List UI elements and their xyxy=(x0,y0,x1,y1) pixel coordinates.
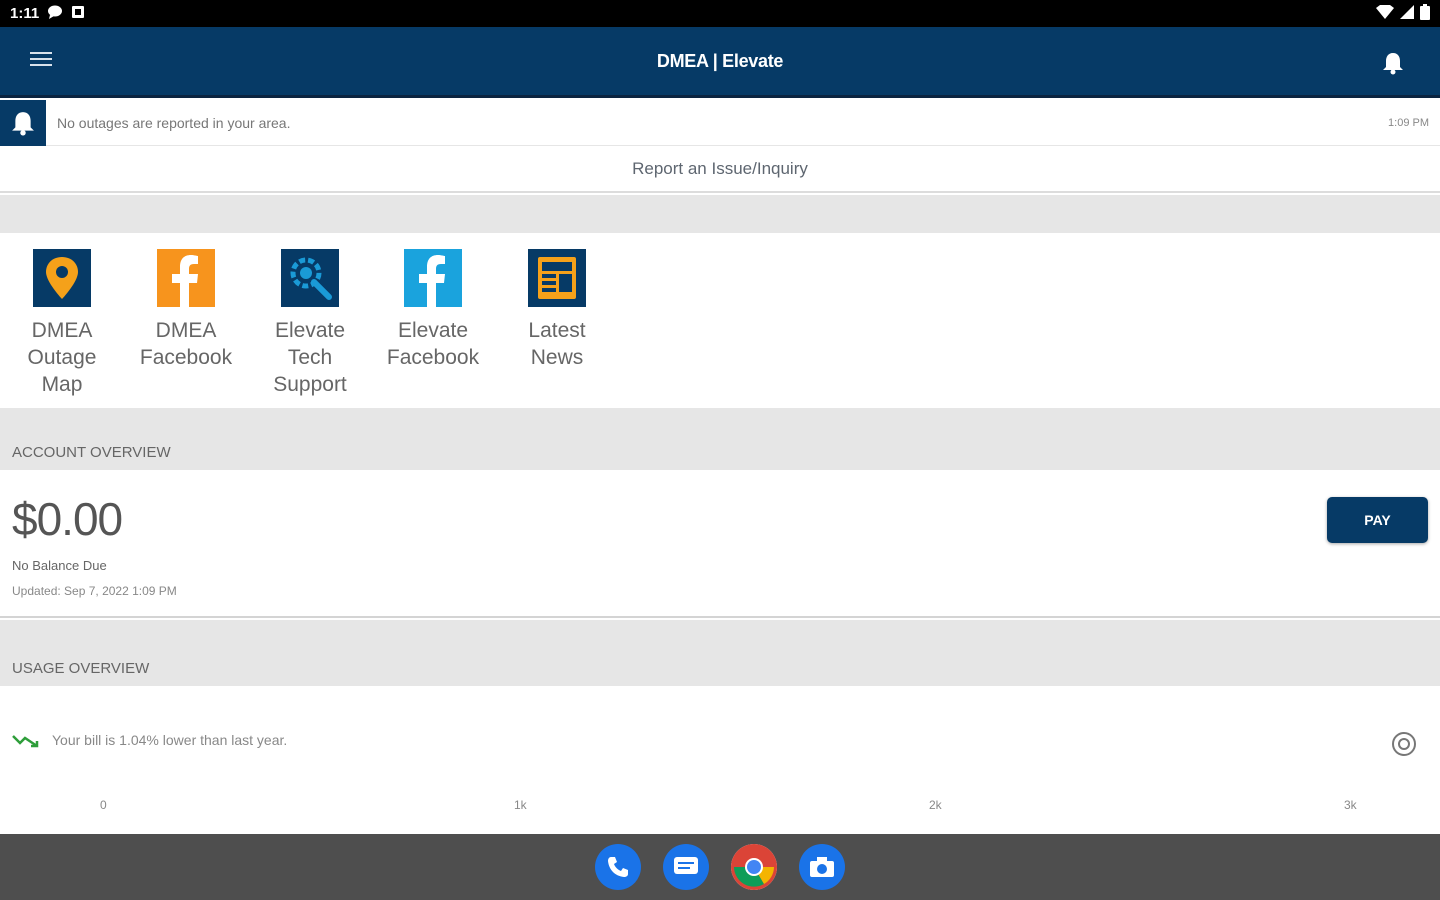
navigation-dock xyxy=(0,834,1440,900)
quick-link-label: DMEA Outage Map xyxy=(27,319,97,396)
balance-amount: $0.00 xyxy=(12,493,123,545)
quick-link-latest-news[interactable]: Latest News xyxy=(502,249,612,371)
camera-app-icon[interactable] xyxy=(799,844,845,890)
quick-link-tech-support[interactable]: Elevate Tech Support xyxy=(255,249,365,398)
quick-link-label: Elevate Tech Support xyxy=(273,319,347,396)
chat-notification-icon xyxy=(47,5,63,23)
usage-trend: Your bill is 1.04% lower than last year. xyxy=(12,732,287,748)
battery-icon xyxy=(1420,3,1430,24)
outage-banner: No outages are reported in your area. 1:… xyxy=(0,99,1440,146)
balance-status: No Balance Due xyxy=(12,558,107,573)
hamburger-menu-icon[interactable] xyxy=(30,52,52,70)
phone-app-icon[interactable] xyxy=(595,844,641,890)
account-overview-card: $0.00 No Balance Due Updated: Sep 7, 202… xyxy=(0,470,1440,618)
usage-overview-card: Your bill is 1.04% lower than last year.… xyxy=(0,686,1440,834)
status-bar-left: 1:11 xyxy=(10,5,85,23)
messages-app-icon[interactable] xyxy=(663,844,709,890)
status-bar-right xyxy=(1376,3,1430,24)
support-gear-icon xyxy=(281,249,339,307)
chart-settings-icon[interactable] xyxy=(1390,730,1418,758)
chrome-app-icon[interactable] xyxy=(731,844,777,890)
facebook-icon xyxy=(157,249,215,307)
bell-icon[interactable] xyxy=(1382,51,1404,75)
app-notification-icon xyxy=(71,5,85,23)
quick-links: DMEA Outage Map DMEA Facebook Elevate Te… xyxy=(0,233,1440,408)
facebook-icon xyxy=(404,249,462,307)
quick-link-label: DMEA Facebook xyxy=(139,319,233,369)
axis-tick: 0 xyxy=(100,798,107,812)
bell-icon xyxy=(0,99,46,146)
usage-overview-heading: USAGE OVERVIEW xyxy=(0,620,1440,686)
app-bar: DMEA | Elevate xyxy=(0,27,1440,98)
axis-tick: 1k xyxy=(514,798,527,812)
section-divider xyxy=(0,195,1440,233)
outage-message: No outages are reported in your area. xyxy=(57,114,291,131)
trend-text: Your bill is 1.04% lower than last year. xyxy=(52,732,288,748)
quick-link-label: Elevate Facebook xyxy=(386,319,480,369)
map-pin-icon xyxy=(33,249,91,307)
newspaper-icon xyxy=(528,249,586,307)
updated-timestamp: Updated: Sep 7, 2022 1:09 PM xyxy=(12,584,177,598)
signal-icon xyxy=(1400,4,1414,23)
quick-link-outage-map[interactable]: DMEA Outage Map xyxy=(7,249,117,398)
status-time: 1:11 xyxy=(10,5,40,22)
quick-link-dmea-facebook[interactable]: DMEA Facebook xyxy=(131,249,241,371)
account-overview-heading: ACCOUNT OVERVIEW xyxy=(0,408,1440,470)
trend-down-icon xyxy=(12,735,39,748)
wifi-icon xyxy=(1376,4,1394,23)
quick-link-label: Latest News xyxy=(528,319,586,369)
axis-tick: 2k xyxy=(929,798,942,812)
report-issue-link[interactable]: Report an Issue/Inquiry xyxy=(0,147,1440,193)
quick-link-elevate-facebook[interactable]: Elevate Facebook xyxy=(378,249,488,371)
axis-tick: 3k xyxy=(1344,798,1357,812)
outage-time: 1:09 PM xyxy=(1388,116,1429,129)
pay-button[interactable]: PAY xyxy=(1327,497,1428,543)
app-title: DMEA | Elevate xyxy=(656,50,784,71)
status-bar: 1:11 xyxy=(0,0,1440,27)
